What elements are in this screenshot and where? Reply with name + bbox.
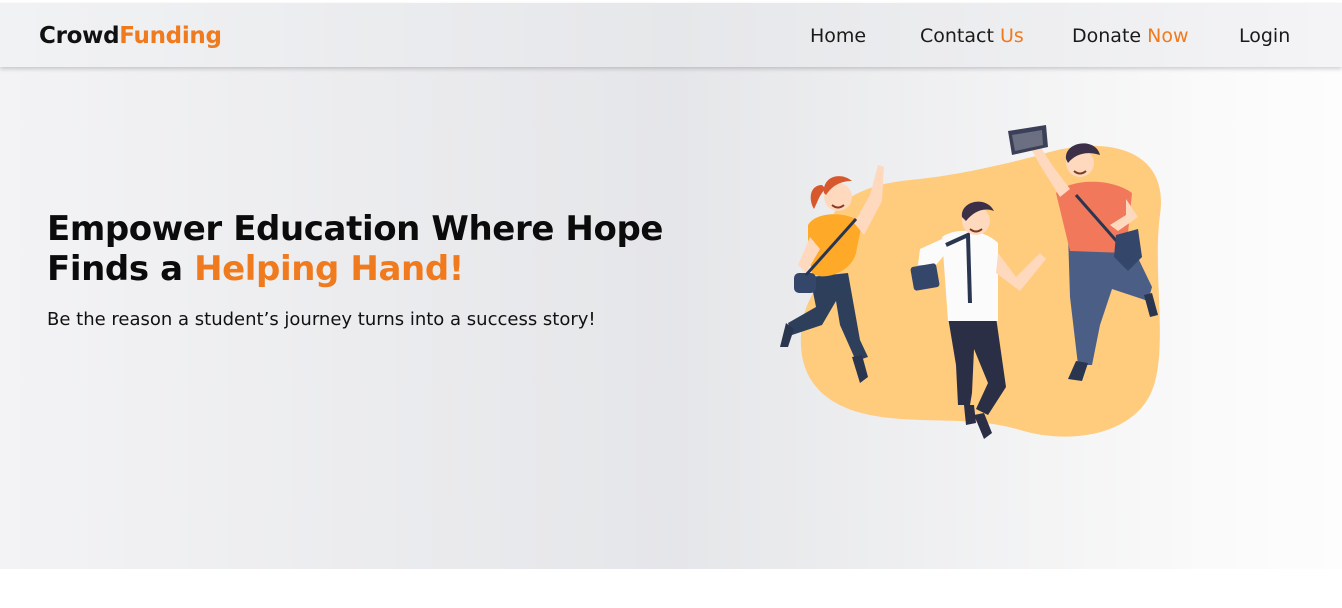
hero-title-line2-accent: Helping Hand! — [194, 249, 464, 289]
brand-part-2: Funding — [119, 23, 222, 49]
jumping-students-illustration — [780, 125, 1161, 439]
nav-contact-label: Contact — [920, 25, 994, 47]
hero-title: Empower Education Where Hope Finds a Hel… — [47, 209, 687, 289]
hero-subtitle: Be the reason a student’s journey turns … — [47, 309, 596, 330]
hero-title-line1: Empower Education Where Hope — [47, 209, 664, 249]
nav-donate-label: Donate — [1072, 25, 1142, 47]
hero-title-line2-plain: Finds a — [47, 249, 183, 289]
nav-login[interactable]: Login — [1239, 24, 1290, 48]
brand-logo[interactable]: CrowdFunding — [39, 22, 222, 50]
hero-section: Empower Education Where Hope Finds a Hel… — [0, 67, 1342, 569]
nav-donate-accent: Now — [1147, 25, 1189, 47]
nav-contact-us[interactable]: Contact Us — [920, 24, 1024, 48]
nav-donate-now[interactable]: Donate Now — [1072, 24, 1189, 48]
nav-home[interactable]: Home — [810, 24, 866, 48]
nav-contact-accent: Us — [999, 25, 1024, 47]
navbar: CrowdFunding Home Contact Us Donate Now … — [0, 3, 1342, 67]
brand-part-1: Crowd — [39, 23, 120, 49]
